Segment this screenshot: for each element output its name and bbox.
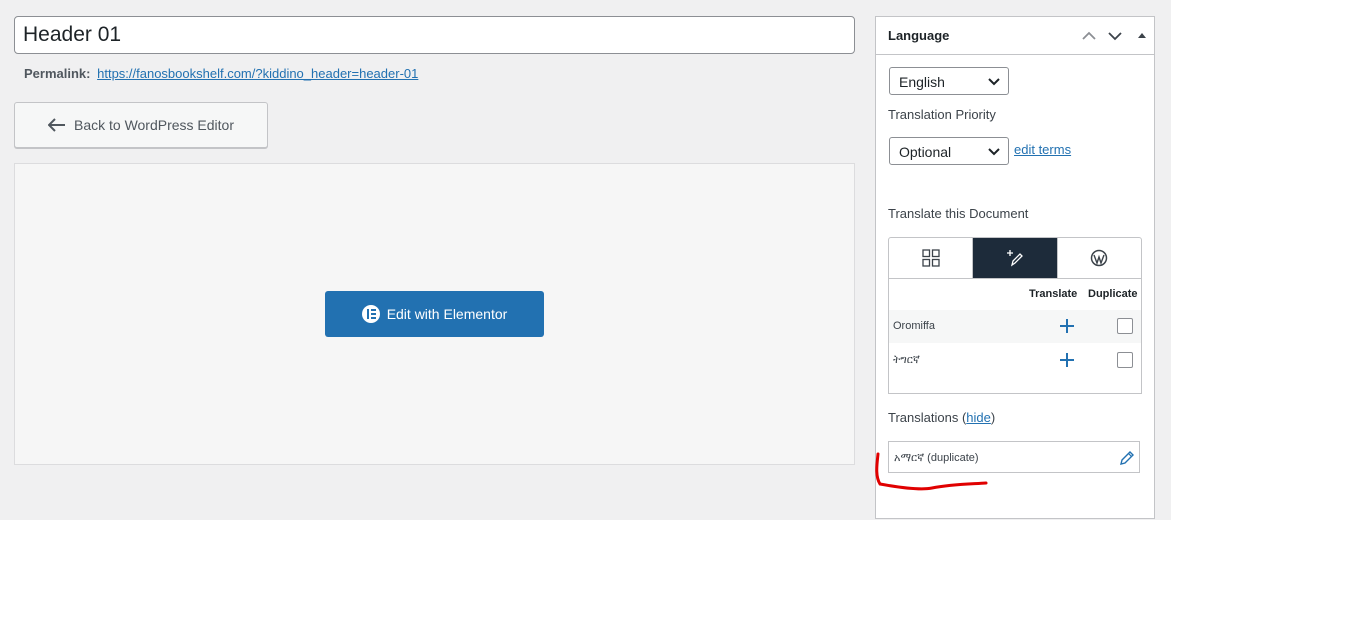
move-down-icon[interactable]	[1106, 27, 1124, 45]
col-header-duplicate: Duplicate	[1088, 288, 1138, 300]
permalink: Permalink: https://fanosbookshelf.com/?k…	[24, 66, 418, 81]
elementor-panel: Edit with Elementor	[14, 163, 855, 465]
arrow-left-icon	[47, 118, 65, 132]
translate-tabs	[888, 237, 1142, 279]
duplicate-checkbox[interactable]	[1117, 352, 1133, 368]
annotation-mark	[875, 452, 988, 491]
translations-heading: Translations (hide)	[888, 410, 996, 425]
back-button-label: Back to WordPress Editor	[73, 117, 235, 133]
move-up-icon[interactable]	[1080, 27, 1098, 45]
elementor-button-label: Edit with Elementor	[386, 306, 508, 322]
pencil-icon[interactable]	[1119, 450, 1135, 466]
priority-select-value: Optional	[899, 144, 952, 160]
translate-table: Translate Duplicate Oromiffa ትግርኛ	[888, 278, 1142, 394]
metabox-title: Language	[888, 28, 950, 43]
wordpress-icon	[1091, 249, 1108, 267]
title-input[interactable]: Header 01	[14, 16, 855, 54]
add-translation-icon[interactable]	[1060, 319, 1074, 333]
tab-overview[interactable]	[889, 238, 972, 278]
col-header-translate: Translate	[1029, 288, 1078, 300]
permalink-link[interactable]: https://fanosbookshelf.com/?kiddino_head…	[97, 66, 418, 81]
language-select-value: English	[899, 74, 945, 90]
language-select[interactable]: English	[889, 67, 1009, 95]
tab-wordpress[interactable]	[1056, 238, 1141, 278]
collapse-toggle-icon[interactable]	[1133, 27, 1151, 45]
translations-label: Translations	[888, 410, 959, 425]
grid-icon	[922, 249, 940, 267]
table-row: ትግርኛ	[889, 344, 1141, 377]
add-translation-icon[interactable]	[1060, 353, 1074, 367]
language-metabox: Language English Translation Priority Op…	[875, 16, 1155, 519]
back-to-wordpress-editor-button[interactable]: Back to WordPress Editor	[14, 102, 268, 148]
elementor-icon	[361, 305, 380, 323]
row-language: Oromiffa	[893, 320, 935, 332]
duplicate-checkbox[interactable]	[1117, 318, 1133, 334]
translate-document-label: Translate this Document	[888, 206, 1029, 221]
permalink-label: Permalink:	[24, 66, 91, 81]
edit-with-elementor-button[interactable]: Edit with Elementor	[325, 291, 544, 337]
edit-terms-link[interactable]: edit terms	[1014, 142, 1071, 157]
row-language: ትግርኛ	[893, 354, 920, 366]
translate-pen-icon	[1006, 250, 1023, 267]
translation-priority-label: Translation Priority	[888, 107, 996, 122]
hide-link[interactable]: hide	[966, 410, 991, 425]
tab-translate[interactable]	[972, 238, 1057, 278]
table-row: Oromiffa	[889, 310, 1141, 343]
metabox-header: Language	[876, 17, 1154, 55]
chevron-down-icon	[988, 148, 1000, 156]
translation-priority-select[interactable]: Optional	[889, 137, 1009, 165]
chevron-down-icon	[988, 78, 1000, 86]
